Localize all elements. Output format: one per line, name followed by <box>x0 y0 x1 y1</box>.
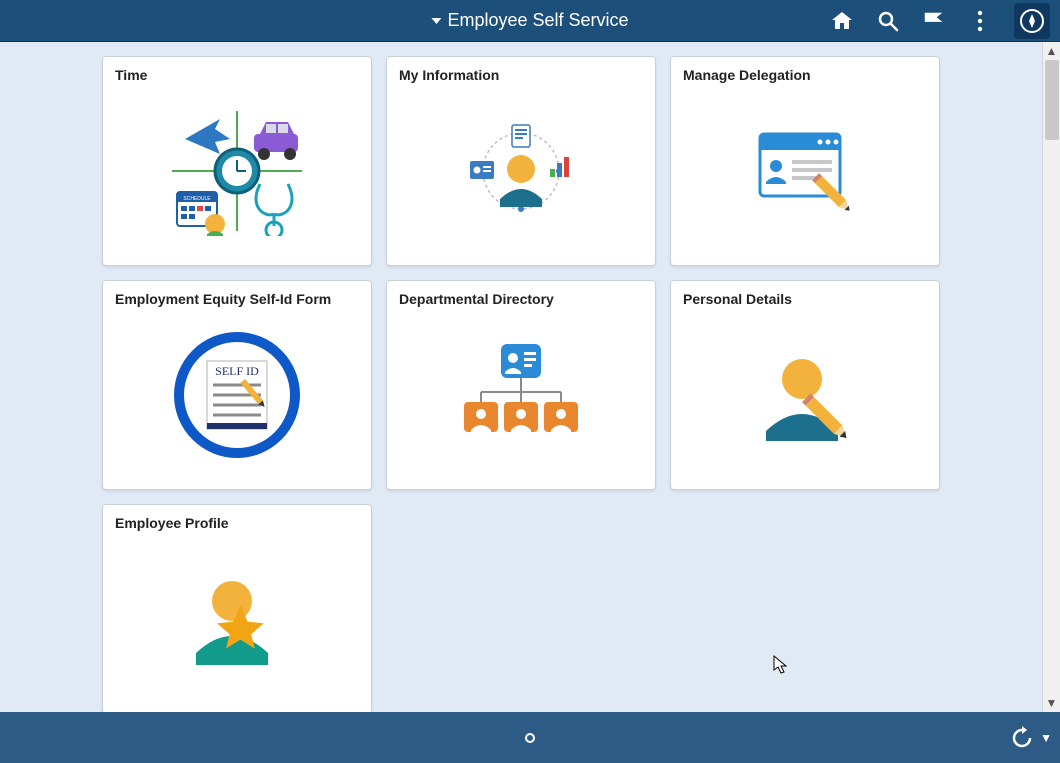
search-icon[interactable] <box>876 9 900 33</box>
tile-title: Manage Delegation <box>683 67 927 83</box>
tile-personal-details[interactable]: Personal Details <box>670 280 940 490</box>
tile-title: Employment Equity Self-Id Form <box>115 291 359 307</box>
tile-title: Time <box>115 67 359 83</box>
tile-personal-details-illustration <box>683 311 927 479</box>
tile-title: Employee Profile <box>115 515 359 531</box>
svg-text:SCHEDULE: SCHEDULE <box>183 196 211 202</box>
more-icon[interactable] <box>968 9 992 33</box>
compass-icon[interactable] <box>1014 3 1050 39</box>
page-title: Employee Self Service <box>447 10 628 31</box>
footer-bar: ▼ <box>0 712 1060 763</box>
tile-employment-equity-illustration: SELF ID <box>115 311 359 479</box>
tile-manage-delegation[interactable]: Manage Delegation <box>670 56 940 266</box>
tile-employee-profile-illustration <box>115 535 359 703</box>
scroll-down-arrow[interactable]: ▼ <box>1046 696 1058 710</box>
tile-my-information-illustration <box>399 87 643 255</box>
vertical-scrollbar[interactable]: ▲ ▼ <box>1042 42 1060 712</box>
tile-time-illustration: SCHEDULE <box>115 87 359 255</box>
tile-manage-delegation-illustration <box>683 87 927 255</box>
page-indicator-dot[interactable] <box>525 733 535 743</box>
header-bar: Employee Self Service <box>0 0 1060 42</box>
scroll-up-arrow[interactable]: ▲ <box>1046 44 1058 58</box>
tile-title: Departmental Directory <box>399 291 643 307</box>
scroll-thumb[interactable] <box>1045 60 1059 140</box>
tile-employee-profile[interactable]: Employee Profile <box>102 504 372 714</box>
tile-my-information[interactable]: My Information <box>386 56 656 266</box>
tile-title: Personal Details <box>683 291 927 307</box>
tile-time[interactable]: Time <box>102 56 372 266</box>
refresh-icon[interactable] <box>1010 726 1034 750</box>
page-title-dropdown[interactable]: Employee Self Service <box>431 10 628 31</box>
chevron-down-icon[interactable]: ▼ <box>1040 731 1052 745</box>
tile-container: Time <box>0 42 1042 712</box>
caret-down-icon <box>431 18 441 24</box>
content-area: Time <box>0 42 1060 712</box>
tile-departmental-directory[interactable]: Departmental Directory <box>386 280 656 490</box>
tile-departmental-directory-illustration <box>399 311 643 479</box>
tile-title: My Information <box>399 67 643 83</box>
svg-text:SELF ID: SELF ID <box>215 364 259 378</box>
tile-employment-equity[interactable]: Employment Equity Self-Id Form SELF ID <box>102 280 372 490</box>
flag-icon[interactable] <box>922 9 946 33</box>
header-icon-group <box>830 3 1050 39</box>
home-icon[interactable] <box>830 9 854 33</box>
